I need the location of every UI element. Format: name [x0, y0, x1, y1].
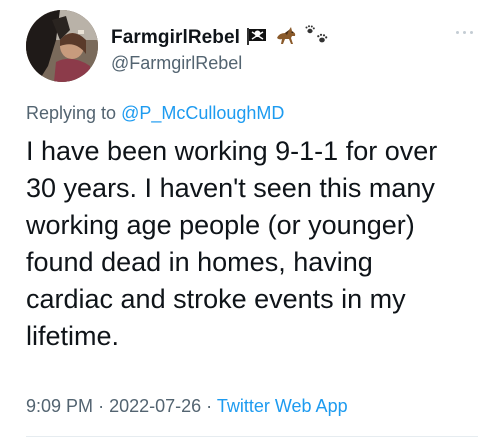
paw-prints-icon: [304, 24, 330, 52]
pirate-flag-icon: [246, 27, 268, 50]
tweet-line: lifetime.: [26, 321, 120, 351]
tweet-source-link[interactable]: Twitter Web App: [217, 396, 348, 416]
more-dot: [463, 31, 466, 34]
user-handle[interactable]: @FarmgirlRebel: [111, 53, 242, 74]
profile-photo: [26, 10, 98, 82]
display-name[interactable]: FarmgirlRebel: [111, 27, 240, 49]
reply-context: Replying to @P_McCulloughMD: [26, 103, 284, 124]
tweet-time[interactable]: 9:09 PM: [26, 396, 93, 416]
name-row: FarmgirlRebel: [111, 24, 330, 52]
tweet-line: working age people (or younger): [26, 210, 415, 240]
tweet-line: cardiac and stroke events in my: [26, 284, 406, 314]
more-options-icon[interactable]: [456, 28, 478, 36]
meta-separator: ·: [98, 396, 105, 416]
reply-prefix: Replying to: [26, 103, 117, 123]
tweet-line: I have been working 9-1-1 for over: [26, 136, 438, 166]
more-dot: [470, 31, 473, 34]
tweet-date[interactable]: 2022-07-26: [109, 396, 201, 416]
reply-mention-link[interactable]: @P_McCulloughMD: [121, 103, 284, 123]
more-dot: [456, 31, 459, 34]
tweet-line: found dead in homes, having: [26, 247, 373, 277]
meta-separator: ·: [206, 396, 213, 416]
divider: [26, 436, 478, 437]
avatar[interactable]: [26, 10, 98, 82]
tweet-metadata: 9:09 PM · 2022-07-26 · Twitter Web App: [26, 396, 348, 417]
tweet-line: 30 years. I haven't seen this many: [26, 173, 435, 203]
tweet-text: I have been working 9-1-1 for over 30 ye…: [26, 133, 481, 355]
horse-icon: [274, 26, 298, 51]
